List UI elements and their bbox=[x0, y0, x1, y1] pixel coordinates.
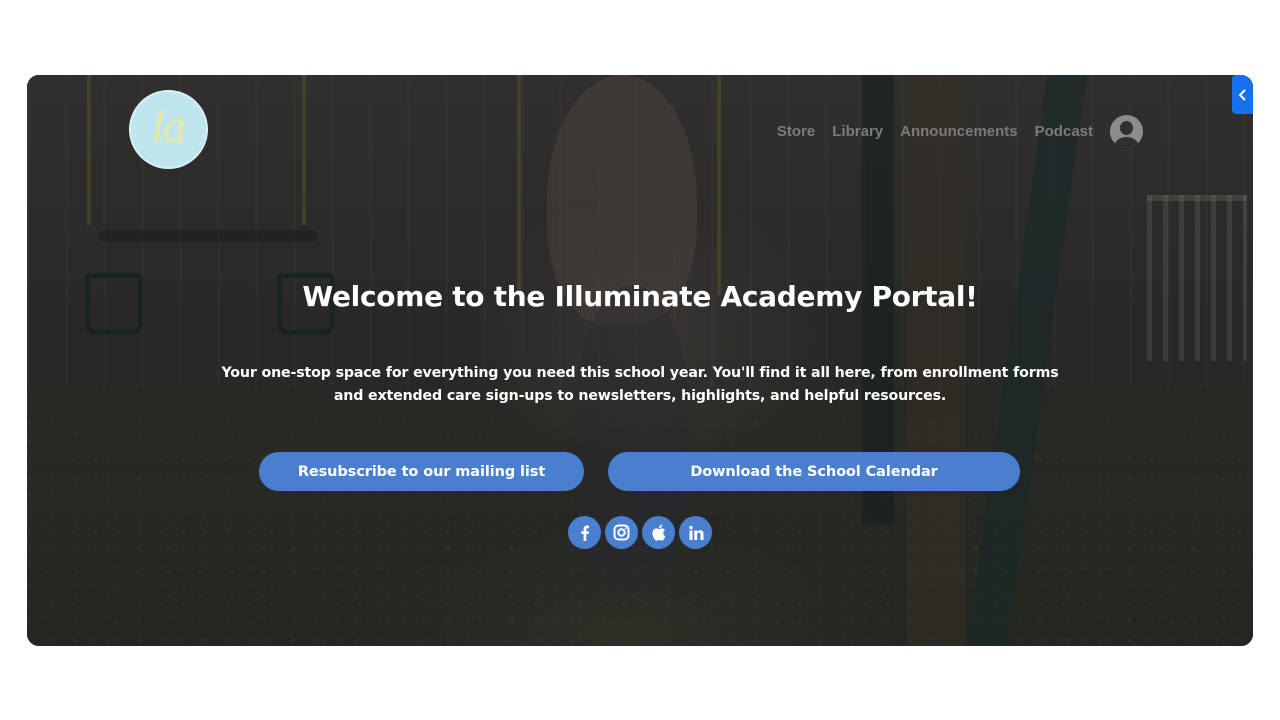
logo-text: la bbox=[152, 104, 187, 151]
sidebar-toggle-button[interactable] bbox=[1232, 75, 1253, 114]
page-subtitle: Your one-stop space for everything you n… bbox=[221, 365, 1059, 404]
nav-item-announcements[interactable]: Announcements bbox=[900, 123, 1018, 140]
nav-item-library[interactable]: Library bbox=[832, 123, 883, 140]
nav-item-store[interactable]: Store bbox=[777, 123, 815, 140]
instagram-link[interactable] bbox=[605, 516, 638, 549]
facebook-link[interactable] bbox=[568, 516, 601, 549]
avatar-head bbox=[1120, 120, 1133, 135]
hero-section: la Store Library Announcements Podcast W… bbox=[27, 75, 1253, 646]
page-title: Welcome to the Illuminate Academy Portal… bbox=[302, 280, 978, 313]
avatar-body bbox=[1114, 136, 1139, 148]
chevron-left-icon bbox=[1239, 89, 1246, 100]
site-logo[interactable]: la bbox=[129, 90, 208, 169]
instagram-icon bbox=[613, 524, 630, 541]
hero-overlay bbox=[27, 75, 1253, 646]
apple-podcasts-link[interactable] bbox=[642, 516, 675, 549]
user-avatar-icon[interactable] bbox=[1110, 114, 1143, 148]
linkedin-link[interactable] bbox=[679, 516, 712, 549]
linkedin-icon bbox=[688, 525, 703, 540]
resubscribe-button[interactable]: Resubscribe to our mailing list bbox=[259, 452, 584, 491]
facebook-icon bbox=[580, 525, 589, 541]
social-links bbox=[568, 516, 712, 549]
main-nav: Store Library Announcements Podcast bbox=[777, 113, 1143, 149]
nav-item-podcast[interactable]: Podcast bbox=[1035, 123, 1093, 140]
apple-icon bbox=[652, 524, 666, 541]
download-calendar-button[interactable]: Download the School Calendar bbox=[608, 452, 1020, 491]
